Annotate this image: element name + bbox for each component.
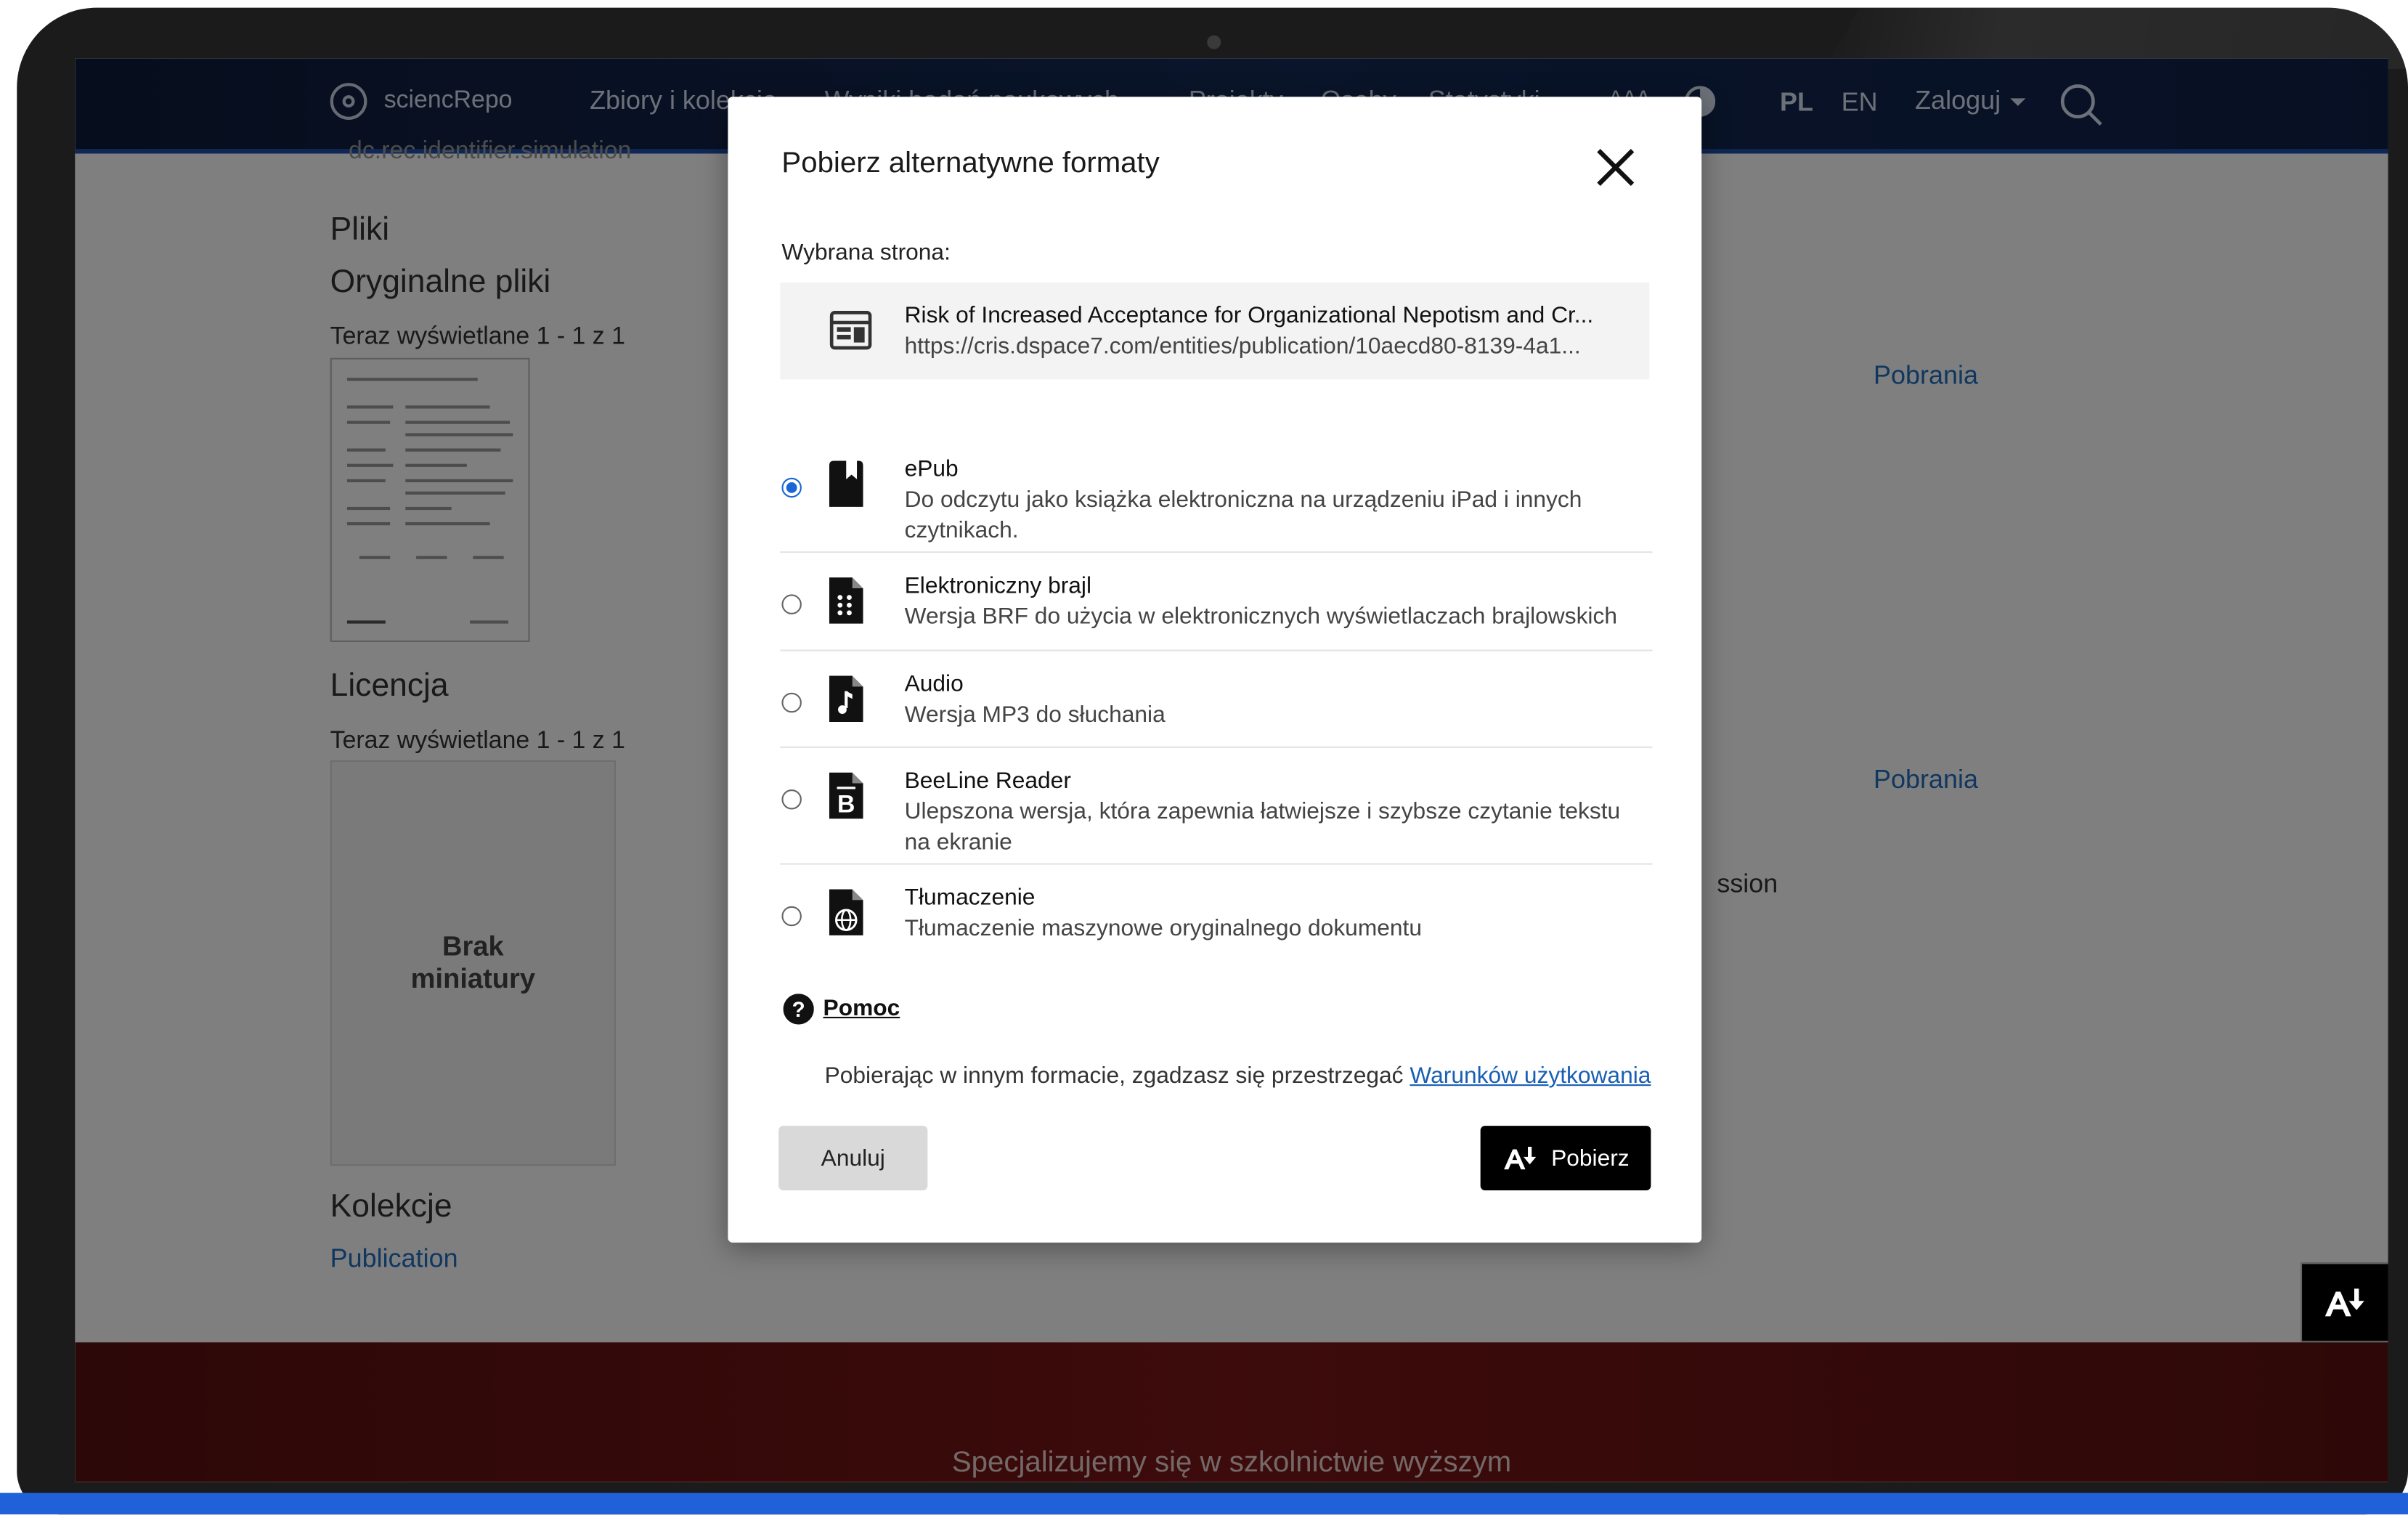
format-option-epub[interactable]: ePub Do odczytu jako książka elektronicz… bbox=[780, 450, 1653, 553]
help-icon[interactable]: ? bbox=[783, 994, 814, 1025]
beeline-file-icon: B bbox=[829, 772, 863, 819]
alt-format-download-icon bbox=[1504, 1146, 1537, 1170]
camera-dot bbox=[1207, 35, 1221, 49]
close-icon[interactable] bbox=[1591, 143, 1640, 192]
format-name-beeline: BeeLine Reader bbox=[904, 768, 1071, 795]
selected-page-label: Wybrana strona: bbox=[781, 239, 951, 266]
bookmark-icon bbox=[829, 460, 863, 507]
download-label: Pobierz bbox=[1551, 1145, 1630, 1171]
alt-formats-dialog: Pobierz alternatywne formaty Wybrana str… bbox=[728, 97, 1702, 1243]
format-desc-beeline: Ulepszona wersja, która zapewnia łatwiej… bbox=[904, 798, 1621, 856]
help-link[interactable]: Pomoc bbox=[823, 995, 900, 1021]
selected-page-url: https://cris.dspace7.com/entities/public… bbox=[904, 333, 1581, 360]
format-desc-braille: Wersja BRF do użycia w elektronicznych w… bbox=[904, 604, 1618, 630]
radio-translation[interactable] bbox=[781, 906, 802, 927]
format-option-translation[interactable]: Tłumaczenie Tłumaczenie maszynowe orygin… bbox=[780, 879, 1652, 956]
format-name-translation: Tłumaczenie bbox=[904, 885, 1036, 911]
translate-file-icon bbox=[829, 889, 863, 935]
radio-beeline[interactable] bbox=[781, 789, 802, 810]
radio-audio[interactable] bbox=[781, 692, 802, 713]
format-name-epub: ePub bbox=[904, 456, 959, 483]
accessibility-download-button[interactable] bbox=[2300, 1262, 2388, 1343]
radio-braille[interactable] bbox=[781, 594, 802, 614]
terms-notice: Pobierając w innym formacie, zgadzasz si… bbox=[728, 1063, 1651, 1089]
alt-format-download-icon bbox=[2324, 1288, 2364, 1317]
terms-link[interactable]: Warunków użytkowania bbox=[1410, 1063, 1651, 1089]
radio-epub[interactable] bbox=[781, 477, 802, 498]
format-desc-audio: Wersja MP3 do słuchania bbox=[904, 702, 1166, 728]
format-name-audio: Audio bbox=[904, 671, 964, 698]
selected-page-card: Risk of Increased Acceptance for Organiz… bbox=[780, 283, 1650, 380]
format-option-audio[interactable]: Audio Wersja MP3 do słuchania bbox=[780, 665, 1653, 748]
format-option-braille[interactable]: Elektroniczny brajl Wersja BRF do użycia… bbox=[780, 566, 1653, 651]
format-option-beeline[interactable]: B BeeLine Reader Ulepszona wersja, która… bbox=[780, 762, 1653, 865]
download-button[interactable]: Pobierz bbox=[1480, 1126, 1651, 1190]
cancel-button[interactable]: Anuluj bbox=[778, 1126, 928, 1190]
format-desc-translation: Tłumaczenie maszynowe oryginalnego dokum… bbox=[904, 915, 1423, 942]
dialog-title: Pobierz alternatywne formaty bbox=[781, 147, 1160, 180]
format-desc-epub: Do odczytu jako książka elektroniczna na… bbox=[904, 487, 1582, 544]
selected-page-title: Risk of Increased Acceptance for Organiz… bbox=[904, 302, 1594, 329]
svg-text:?: ? bbox=[792, 998, 805, 1022]
bottom-accent-strip bbox=[0, 1492, 2408, 1515]
braille-file-icon bbox=[829, 577, 863, 624]
terms-prefix: Pobierając w innym formacie, zgadzasz si… bbox=[824, 1063, 1404, 1089]
svg-text:B: B bbox=[837, 791, 855, 819]
audio-file-icon bbox=[829, 675, 863, 722]
web-page-icon bbox=[829, 311, 872, 350]
format-name-braille: Elektroniczny brajl bbox=[904, 572, 1092, 599]
